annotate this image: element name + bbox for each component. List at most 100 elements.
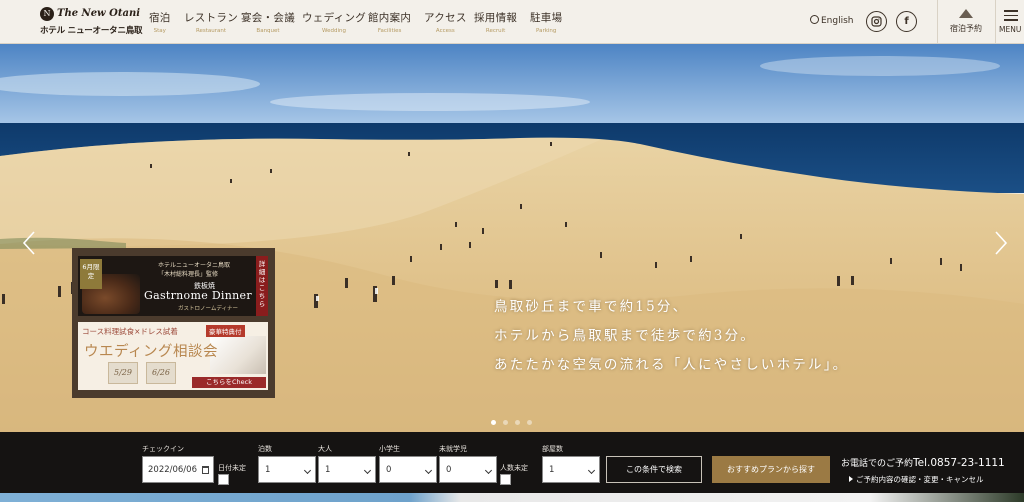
confirm-link-label: ご予約内容の確認・変更・キャンセル (856, 475, 984, 484)
phone-reservation: お電話でのご予約Tel.0857-23-1111 (841, 456, 1005, 469)
nav-item-label: ウェディング (302, 12, 367, 24)
nav-item-banquet[interactable]: 宴会・会議 Banquet (241, 10, 295, 34)
phone-prefix: お電話でのご予約 (841, 459, 914, 469)
chevron-down-icon (484, 466, 493, 475)
banner-subheading: コース料理試食×ドレス試着 (82, 327, 178, 336)
banner-supervisor: 「木村総料理長」監修 (158, 271, 219, 278)
undecided-people-label: 人数未定 (500, 464, 528, 472)
slider-dots (491, 410, 539, 425)
tagline-line: 鳥取砂丘まで車で約15分、 (494, 299, 689, 315)
preschool-select[interactable]: 0 (439, 456, 497, 483)
site-header: N The New Otani ホテル ニューオータニ鳥取 宿泊 Stay レス… (0, 0, 1024, 44)
banner-title: Gastrnome Dinner (144, 289, 252, 302)
nights-select[interactable]: 1 (258, 456, 316, 483)
booking-bar: チェックイン 2022/06/06 日付未定 泊数 1 大人 1 小学生 0 未… (0, 432, 1024, 493)
limited-tag: 6月限定 (80, 259, 102, 289)
nav-item-wedding[interactable]: ウェディング Wedding (302, 10, 366, 34)
tagline-line: ホテルから鳥取駅まで徒歩で約3分。 (494, 328, 756, 344)
elementary-select[interactable]: 0 (379, 456, 437, 483)
menu-button[interactable]: MENU (996, 0, 1024, 44)
fair-date: 5/29 (108, 362, 138, 384)
adults-value: 1 (325, 465, 331, 475)
reserve-button[interactable]: 宿泊予約 (938, 0, 994, 44)
adults-select[interactable]: 1 (318, 456, 376, 483)
wedding-dress-photo (210, 336, 266, 374)
triangle-right-icon (849, 476, 853, 482)
elementary-label: 小学生 (379, 445, 400, 453)
nav-item-parking[interactable]: 駐車場 Parking (530, 10, 562, 34)
preschool-label: 未就学児 (439, 445, 467, 453)
wedding-fair-banner[interactable]: コース料理試食×ドレス試着 豪華特典付 ウエディング相談会 5/29 6/26 … (78, 322, 268, 390)
slider-dot[interactable] (503, 420, 508, 425)
adults-label: 大人 (318, 445, 332, 453)
reservation-confirm-link[interactable]: ご予約内容の確認・変更・キャンセル (849, 474, 984, 485)
rooms-value: 1 (549, 465, 555, 475)
recommended-plans-button[interactable]: おすすめプランから探す (712, 456, 830, 483)
hotel-logo[interactable]: N The New Otani ホテル ニューオータニ鳥取 (40, 7, 143, 37)
logo-japanese-text: ホテル ニューオータニ鳥取 (40, 26, 143, 36)
slider-prev-arrow[interactable] (20, 230, 38, 256)
globe-icon (810, 15, 819, 24)
mountain-icon (959, 9, 973, 18)
nav-item-sublabel: Recruit (485, 28, 506, 34)
chevron-down-icon (587, 466, 596, 475)
chevron-down-icon (303, 466, 312, 475)
nav-item-access[interactable]: アクセス Access (424, 10, 467, 34)
nav-item-sublabel: Restaurant (195, 28, 227, 34)
facebook-button[interactable]: f (896, 11, 917, 32)
nav-item-sublabel: Stay (153, 28, 166, 34)
undecided-people-checkbox[interactable] (500, 474, 511, 485)
nav-item-restaurant[interactable]: レストラン Restaurant (184, 10, 238, 34)
nights-label: 泊数 (258, 445, 272, 453)
undecided-date-label: 日付未定 (218, 464, 246, 472)
nav-item-facilities[interactable]: 館内案内 Facilities (368, 10, 411, 34)
slider-dot[interactable] (515, 420, 520, 425)
nav-item-sublabel: Banquet (256, 28, 280, 34)
nav-item-label: アクセス (424, 12, 467, 24)
nav-item-label: 宿泊 (149, 12, 171, 24)
nav-item-label: 宴会・会議 (241, 12, 295, 24)
nav-item-stay[interactable]: 宿泊 Stay (149, 10, 171, 34)
next-section-preview (0, 493, 1024, 502)
promo-panel: 6月限定 ホテルニューオータニ鳥取 「木村総料理長」監修 鉄板焼 Gastrno… (72, 248, 275, 398)
nav-item-recruit[interactable]: 採用情報 Recruit (474, 10, 517, 34)
nav-item-label: 採用情報 (474, 12, 518, 24)
fair-date: 6/26 (146, 362, 176, 384)
rooms-select[interactable]: 1 (542, 456, 600, 483)
language-switch[interactable]: English (810, 15, 854, 26)
gastronome-dinner-banner[interactable]: 6月限定 ホテルニューオータニ鳥取 「木村総料理長」監修 鉄板焼 Gastrno… (78, 256, 268, 316)
menu-label: MENU (999, 25, 1022, 34)
nav-item-label: 駐車場 (530, 12, 563, 24)
tagline-line: あたたかな空気の流れる「人にやさしいホテル」。 (494, 357, 849, 373)
preschool-value: 0 (446, 465, 452, 475)
undecided-date-checkbox[interactable] (218, 474, 229, 485)
hamburger-icon (1004, 10, 1018, 21)
instagram-icon (871, 16, 882, 27)
details-link[interactable]: 詳細はこちら (256, 256, 268, 316)
phone-number: Tel.0857-23-1111 (913, 457, 1005, 469)
nav-item-sublabel: Wedding (322, 28, 347, 34)
facebook-icon: f (904, 16, 909, 27)
hotel-emblem-icon: N (40, 7, 54, 21)
rooms-label: 部屋数 (542, 445, 563, 453)
banner-hotel-name: ホテルニューオータニ鳥取 (158, 262, 231, 269)
check-button[interactable]: こちらをCheck (192, 377, 266, 388)
search-button[interactable]: この条件で検索 (606, 456, 702, 483)
checkin-date-input[interactable]: 2022/06/06 (142, 456, 214, 483)
slider-dot[interactable] (527, 420, 532, 425)
hero-tagline: 鳥取砂丘まで車で約15分、 ホテルから鳥取駅まで徒歩で約3分。 あたたかな空気の… (494, 293, 848, 380)
calendar-icon (202, 466, 209, 474)
logo-script-text: The New Otani (57, 8, 141, 19)
hero-slider: 鳥取砂丘まで車で約15分、 ホテルから鳥取駅まで徒歩で約3分。 あたたかな空気の… (0, 44, 1024, 432)
nav-item-sublabel: Parking (536, 28, 557, 34)
nav-item-sublabel: Access (435, 28, 455, 34)
elementary-value: 0 (386, 465, 392, 475)
chevron-down-icon (363, 466, 372, 475)
instagram-button[interactable] (866, 11, 887, 32)
bonus-badge: 豪華特典付 (206, 325, 245, 337)
banner-title: ウエディング相談会 (84, 344, 218, 360)
language-label: English (821, 16, 854, 26)
slider-next-arrow[interactable] (992, 230, 1010, 256)
slider-dot[interactable] (491, 420, 496, 425)
checkin-date-value: 2022/06/06 (148, 465, 197, 475)
